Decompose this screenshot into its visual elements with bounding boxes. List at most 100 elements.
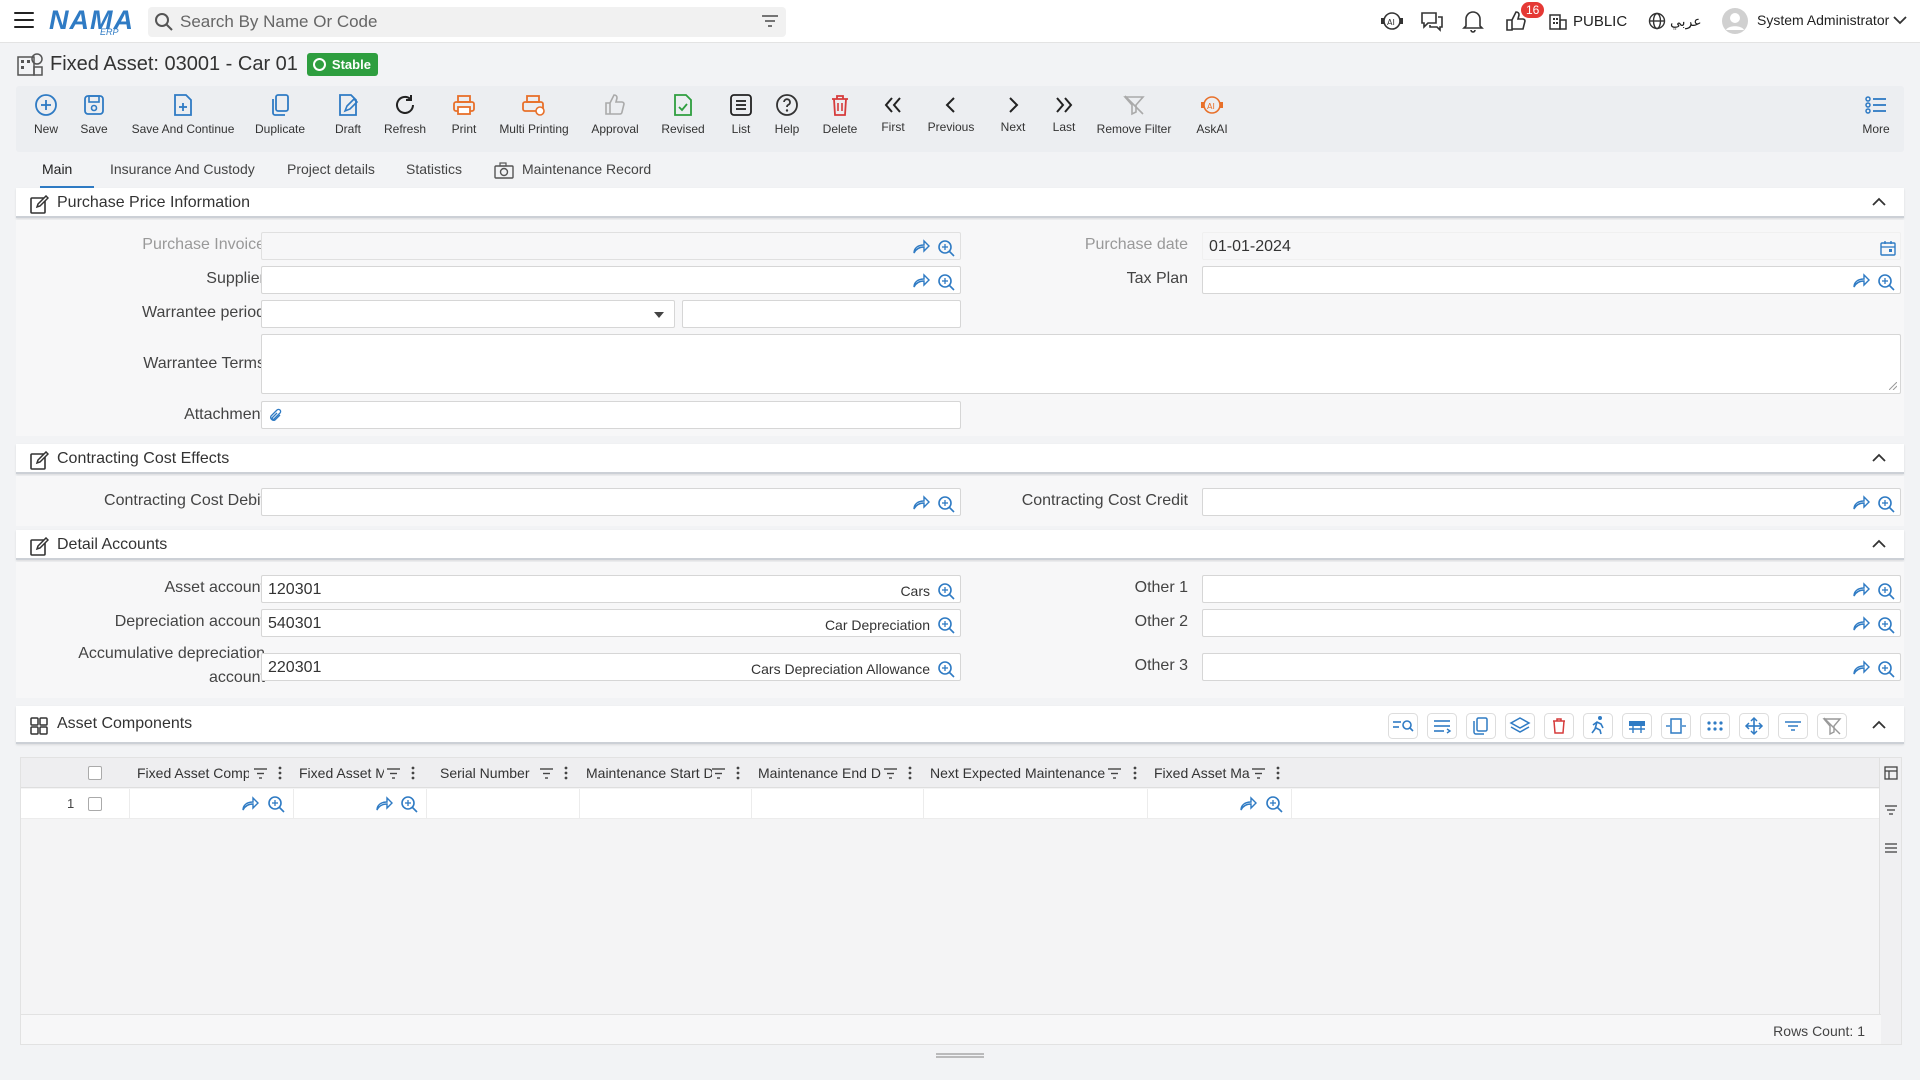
column-filter-icon[interactable] xyxy=(1252,768,1265,779)
search-lookup-icon[interactable] xyxy=(937,616,955,634)
search-input[interactable] xyxy=(178,11,738,33)
insert-row-icon[interactable] xyxy=(1427,713,1457,739)
help-button[interactable]: Help xyxy=(772,92,802,148)
refresh-button[interactable]: Refresh xyxy=(380,92,430,148)
layers-icon[interactable] xyxy=(1505,713,1535,739)
tab-main[interactable]: Main xyxy=(42,161,72,177)
row-checkbox[interactable] xyxy=(88,797,102,811)
columns-icon[interactable] xyxy=(1884,766,1898,780)
share-icon[interactable] xyxy=(1852,660,1870,676)
share-icon[interactable] xyxy=(1852,582,1870,598)
column-menu-icon[interactable] xyxy=(908,766,912,780)
search-lookup-icon[interactable] xyxy=(937,273,955,291)
warrantee-terms-textarea[interactable] xyxy=(261,334,1901,394)
tab-project-details[interactable]: Project details xyxy=(287,161,375,177)
column-menu-icon[interactable] xyxy=(736,766,740,780)
attachment-field[interactable] xyxy=(261,401,961,429)
other-3-field[interactable] xyxy=(1202,653,1901,681)
supplier-field[interactable] xyxy=(261,266,961,294)
other-2-field[interactable] xyxy=(1202,609,1901,637)
grid-filter-icon[interactable] xyxy=(1778,713,1808,739)
select-all-checkbox[interactable] xyxy=(88,766,102,780)
paperclip-icon[interactable] xyxy=(269,408,283,424)
tax-plan-field[interactable] xyxy=(1202,266,1901,294)
depreciation-account-field[interactable]: 540301 Car Depreciation xyxy=(261,609,961,637)
search-lookup-icon[interactable] xyxy=(1877,273,1895,291)
chevron-down-icon[interactable] xyxy=(1893,16,1907,25)
remove-filter-button[interactable]: Remove Filter xyxy=(1094,92,1174,148)
contracting-section-header[interactable]: Contracting Cost Effects xyxy=(16,444,1904,474)
column-menu-icon[interactable] xyxy=(1133,766,1137,780)
fit-columns-icon[interactable] xyxy=(1661,713,1691,739)
chevron-up-icon[interactable] xyxy=(1872,720,1886,729)
side-menu-icon[interactable] xyxy=(1884,842,1898,854)
last-button[interactable]: Last xyxy=(1048,92,1080,148)
share-icon[interactable] xyxy=(241,796,259,812)
column-filter-icon[interactable] xyxy=(1108,768,1121,779)
logo[interactable]: NAMA xyxy=(49,5,134,36)
list-button[interactable]: List xyxy=(726,92,756,148)
grid-filter-off-icon[interactable] xyxy=(1817,713,1847,739)
chat-icon[interactable] xyxy=(1420,10,1444,32)
column-filter-icon[interactable] xyxy=(712,768,725,779)
search-lookup-icon[interactable] xyxy=(1877,660,1895,678)
share-icon[interactable] xyxy=(912,239,930,255)
column-menu-icon[interactable] xyxy=(564,766,568,780)
search-lookup-icon[interactable] xyxy=(400,795,418,813)
share-icon[interactable] xyxy=(1852,616,1870,632)
copy-rows-icon[interactable] xyxy=(1466,713,1496,739)
tab-statistics[interactable]: Statistics xyxy=(406,161,462,177)
calendar-icon[interactable] xyxy=(1880,240,1896,256)
column-header[interactable]: Serial Number xyxy=(440,765,550,781)
column-header[interactable]: Fixed Asset Comp xyxy=(137,765,249,781)
column-header[interactable]: Fixed Asset Ma xyxy=(1154,765,1252,781)
share-icon[interactable] xyxy=(375,796,393,812)
new-button[interactable]: New xyxy=(28,92,64,148)
user-name[interactable]: System Administrator xyxy=(1757,12,1889,28)
language-switch[interactable]: عربي xyxy=(1670,13,1702,30)
search-lookup-icon[interactable] xyxy=(1877,495,1895,513)
share-icon[interactable] xyxy=(1852,495,1870,511)
duplicate-button[interactable]: Duplicate xyxy=(252,92,308,148)
share-icon[interactable] xyxy=(912,273,930,289)
globe-icon[interactable] xyxy=(1648,12,1666,30)
table-settings-icon[interactable] xyxy=(1622,713,1652,739)
share-icon[interactable] xyxy=(1852,273,1870,289)
column-header[interactable]: Next Expected Maintenance xyxy=(930,765,1110,781)
search-lookup-icon[interactable] xyxy=(1877,616,1895,634)
search-lookup-icon[interactable] xyxy=(937,239,955,257)
dots-grid-icon[interactable] xyxy=(1700,713,1730,739)
ai-assistant-icon[interactable]: AI xyxy=(1380,10,1404,32)
asset-account-field[interactable]: 120301 Cars xyxy=(261,575,961,603)
chevron-up-icon[interactable] xyxy=(1872,539,1886,548)
tab-maintenance-record[interactable]: Maintenance Record xyxy=(522,161,651,177)
multi-printing-button[interactable]: Multi Printing xyxy=(496,92,572,148)
accumulative-depreciation-field[interactable]: 220301 Cars Depreciation Allowance xyxy=(261,653,961,681)
next-button[interactable]: Next xyxy=(996,92,1030,148)
approval-button[interactable]: Approval xyxy=(588,92,642,148)
askai-button[interactable]: AI AskAI xyxy=(1190,92,1234,148)
column-header[interactable]: Maintenance End D xyxy=(758,765,884,781)
purchase-invoice-field[interactable] xyxy=(261,232,961,260)
share-icon[interactable] xyxy=(912,495,930,511)
chevron-up-icon[interactable] xyxy=(1872,197,1886,206)
contracting-cost-debit-field[interactable] xyxy=(261,488,961,516)
company-icon[interactable] xyxy=(1548,11,1568,31)
more-button[interactable]: More xyxy=(1860,92,1892,148)
bell-icon[interactable] xyxy=(1462,9,1484,33)
search-lookup-icon[interactable] xyxy=(267,795,285,813)
warrantee-period-select[interactable] xyxy=(261,300,675,328)
print-button[interactable]: Print xyxy=(446,92,482,148)
filter-icon[interactable] xyxy=(762,14,778,28)
column-filter-icon[interactable] xyxy=(540,768,553,779)
warrantee-period-value-input[interactable] xyxy=(682,300,961,328)
resize-handle-icon[interactable] xyxy=(1889,382,1897,390)
search-lookup-icon[interactable] xyxy=(937,660,955,678)
other-1-field[interactable] xyxy=(1202,575,1901,603)
tab-insurance-and-custody[interactable]: Insurance And Custody xyxy=(110,161,255,177)
company-name[interactable]: PUBLIC xyxy=(1573,13,1627,30)
column-menu-icon[interactable] xyxy=(1276,766,1280,780)
purchase-section-header[interactable]: Purchase Price Information xyxy=(16,188,1904,218)
run-icon[interactable] xyxy=(1583,713,1613,739)
search-lookup-icon[interactable] xyxy=(1265,795,1283,813)
